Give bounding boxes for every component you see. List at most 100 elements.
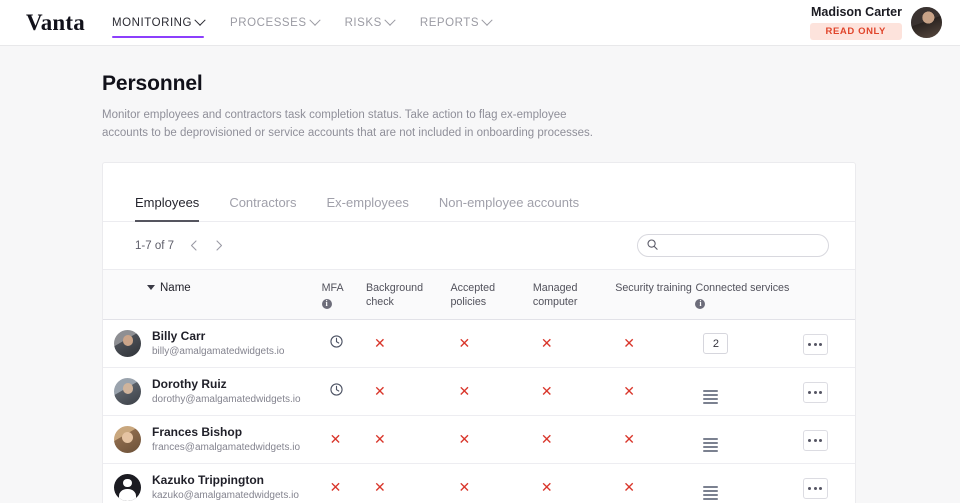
cell-managed-computer: ✕ xyxy=(532,463,616,503)
cell-accepted-policies: ✕ xyxy=(450,319,533,368)
page-description: Monitor employees and contractors task c… xyxy=(102,109,593,139)
chevron-down-icon xyxy=(481,14,493,26)
clock-pending-icon xyxy=(329,382,343,401)
cell-background-check: ✕ xyxy=(365,367,451,416)
cell-mfa: ✕ xyxy=(321,415,366,464)
person-name: Billy Carr xyxy=(152,328,206,343)
info-icon[interactable]: i xyxy=(321,299,332,309)
table-row[interactable]: Billy Carr billy@amalgamatedwidgets.io ✕… xyxy=(103,319,855,368)
column-header-mfa[interactable]: MFA i xyxy=(321,269,366,320)
table-row[interactable]: Dorothy Ruiz dorothy@amalgamatedwidgets.… xyxy=(103,367,855,416)
fail-x-icon: ✕ xyxy=(623,383,635,400)
cell-mfa: ✕ xyxy=(321,463,366,503)
cell-accepted-policies: ✕ xyxy=(450,367,533,416)
cell-accepted-policies: ✕ xyxy=(450,415,533,464)
column-label: Managed computer xyxy=(532,282,578,308)
column-label: Name xyxy=(160,282,191,294)
cell-security-training: ✕ xyxy=(615,319,696,368)
search-input[interactable] xyxy=(664,239,819,252)
status-badge: READ ONLY xyxy=(809,23,902,40)
column-header-background-check[interactable]: Background check xyxy=(365,269,451,320)
cell-actions xyxy=(794,463,855,503)
column-label: Background check xyxy=(365,282,424,308)
search-icon xyxy=(647,237,658,255)
nav-item-reports[interactable]: REPORTS xyxy=(419,0,493,46)
top-navigation-bar: Vanta MONITORING PROCESSES RISKS REPORTS… xyxy=(0,0,960,46)
fail-x-icon: ✕ xyxy=(373,335,386,352)
cell-mfa xyxy=(321,319,366,368)
cell-security-training: ✕ xyxy=(615,463,696,503)
fail-x-icon: ✕ xyxy=(458,383,471,400)
info-icon[interactable]: i xyxy=(695,299,706,309)
kebab-menu-icon[interactable] xyxy=(802,333,828,355)
prev-page-button[interactable] xyxy=(186,238,200,254)
chevron-down-icon xyxy=(384,14,396,26)
brand-logo[interactable]: Vanta xyxy=(26,10,85,36)
avatar[interactable] xyxy=(911,6,942,38)
connected-services-count-button[interactable]: 2 xyxy=(703,333,729,354)
cell-connected-services: 2 xyxy=(695,319,795,368)
cell-background-check: ✕ xyxy=(365,415,451,464)
person-email: kazuko@amalgamatedwidgets.io xyxy=(152,489,299,501)
column-header-accepted-policies[interactable]: Accepted policies xyxy=(450,269,533,320)
tab-label: Employees xyxy=(135,195,200,210)
pagination-controls xyxy=(186,238,226,254)
loading-lines-icon xyxy=(703,486,719,500)
nav-item-label: REPORTS xyxy=(419,17,480,29)
cell-accepted-policies: ✕ xyxy=(450,463,533,503)
tab-employees[interactable]: Employees xyxy=(135,195,200,222)
tab-non-employee-accounts[interactable]: Non-employee accounts xyxy=(439,195,579,221)
avatar xyxy=(114,330,141,357)
table-header: Name MFA i Background check Accepted pol… xyxy=(103,269,855,320)
cell-actions xyxy=(794,367,855,416)
fail-x-icon: ✕ xyxy=(373,479,386,496)
cell-connected-services xyxy=(695,415,795,464)
cell-name: Kazuko Trippington kazuko@amalgamatedwid… xyxy=(103,463,322,503)
loading-lines-icon xyxy=(703,390,719,404)
column-header-security-training[interactable]: Security training xyxy=(615,269,696,320)
person-cell: Frances Bishop frances@amalgamatedwidget… xyxy=(103,425,322,455)
cell-name: Frances Bishop frances@amalgamatedwidget… xyxy=(103,415,322,464)
cell-mfa xyxy=(321,367,366,416)
fail-x-icon: ✕ xyxy=(373,431,386,448)
column-header-name[interactable]: Name xyxy=(103,269,322,320)
person-email: billy@amalgamatedwidgets.io xyxy=(152,345,285,357)
nav-item-processes[interactable]: PROCESSES xyxy=(230,0,321,46)
chevron-down-icon xyxy=(308,14,321,26)
avatar xyxy=(114,426,141,453)
fail-x-icon: ✕ xyxy=(540,431,553,448)
tab-bar: Employees Contractors Ex-employees Non-e… xyxy=(103,163,855,222)
fail-x-icon: ✕ xyxy=(623,431,635,448)
column-header-managed-computer[interactable]: Managed computer xyxy=(532,269,616,320)
fail-x-icon: ✕ xyxy=(373,383,386,400)
fail-x-icon: ✕ xyxy=(623,479,635,496)
fail-x-icon: ✕ xyxy=(623,335,635,352)
cell-actions xyxy=(794,319,855,368)
tab-ex-employees[interactable]: Ex-employees xyxy=(327,195,409,221)
page-title: Personnel xyxy=(102,72,203,95)
fail-x-icon: ✕ xyxy=(458,431,471,448)
user-menu[interactable]: Madison Carter READ ONLY xyxy=(809,4,942,40)
nav-item-monitoring[interactable]: MONITORING xyxy=(112,0,206,46)
personnel-card: Employees Contractors Ex-employees Non-e… xyxy=(102,162,856,503)
table-row[interactable]: Kazuko Trippington kazuko@amalgamatedwid… xyxy=(103,463,855,503)
person-name: Frances Bishop xyxy=(152,424,243,439)
fail-x-icon: ✕ xyxy=(540,479,553,496)
table-row[interactable]: Frances Bishop frances@amalgamatedwidget… xyxy=(103,415,855,464)
search-box[interactable] xyxy=(637,234,829,257)
cell-managed-computer: ✕ xyxy=(532,367,616,416)
nav-item-risks[interactable]: RISKS xyxy=(345,0,396,46)
cell-connected-services xyxy=(695,367,795,416)
chevron-down-icon xyxy=(194,14,206,26)
kebab-menu-icon[interactable] xyxy=(802,477,828,499)
kebab-menu-icon[interactable] xyxy=(802,381,828,403)
person-name: Dorothy Ruiz xyxy=(152,376,227,391)
column-header-connected-services[interactable]: Connected services i xyxy=(695,269,795,320)
tab-contractors[interactable]: Contractors xyxy=(229,195,296,221)
next-page-button[interactable] xyxy=(212,238,226,254)
person-email: dorothy@amalgamatedwidgets.io xyxy=(152,393,301,405)
loading-lines-icon xyxy=(703,438,719,452)
user-name: Madison Carter xyxy=(811,5,902,19)
fail-x-icon: ✕ xyxy=(329,431,342,448)
kebab-menu-icon[interactable] xyxy=(802,429,828,451)
